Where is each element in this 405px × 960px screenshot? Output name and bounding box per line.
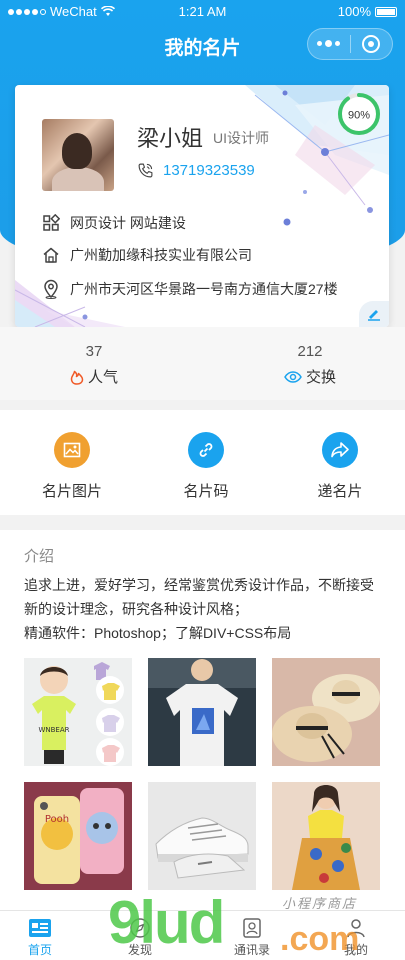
gallery-photo-yellow-top[interactable]: [272, 782, 380, 890]
phone-icon: [138, 163, 153, 178]
stat-popularity: 37 人气: [34, 343, 154, 387]
mini-program-capsule: [307, 28, 393, 60]
location-pin-icon: [44, 279, 58, 299]
svg-text:Pooh: Pooh: [45, 814, 69, 825]
edit-card-button[interactable]: [359, 301, 389, 327]
stats-bar: 37 人气 212 交换: [0, 327, 405, 400]
action-label: 名片码: [183, 483, 229, 500]
svg-text:WNBEAR: WNBEAR: [38, 726, 69, 734]
avatar[interactable]: [42, 119, 114, 191]
business-text: 网页设计 网站建设: [70, 215, 186, 231]
business-card: 梁小姐 UI设计师 13719323539 90% 网页设计 网站建设 广州勤加…: [15, 85, 389, 327]
send-card-button[interactable]: 递名片: [280, 432, 400, 501]
share-icon: [322, 432, 358, 468]
more-menu-icon[interactable]: [308, 40, 350, 47]
gallery-photo-phone-cases[interactable]: Pooh: [24, 782, 132, 890]
stat-value: 212: [297, 343, 323, 360]
home-building-icon: [43, 247, 59, 263]
gallery-photo-kids-tshirt[interactable]: WNBEAR: [24, 658, 132, 766]
tab-home[interactable]: 首页: [0, 915, 80, 958]
intro-line: 精通软件：Photoshop；了解DIV+CSS布局: [24, 625, 292, 641]
status-bar: WeChat 1:21 AM 100%: [0, 0, 405, 22]
action-bar: 名片图片 名片码 递名片: [0, 410, 405, 515]
card-code-button[interactable]: 名片码: [146, 432, 266, 501]
address-row[interactable]: 广州市天河区华景路一号南方通信大厦27楼: [42, 279, 338, 299]
company-text: 广州勤加缘科技实业有限公司: [70, 247, 252, 263]
link-icon: [188, 432, 224, 468]
company-row: 广州勤加缘科技实业有限公司: [42, 245, 252, 265]
stat-label: 人气: [87, 369, 118, 386]
pencil-icon: [368, 310, 380, 321]
tab-label: 首页: [27, 943, 52, 957]
card-name: 梁小姐: [137, 126, 204, 151]
grid-icon: [43, 214, 60, 231]
watermark-domain: .com: [280, 920, 360, 958]
battery-indicator: 100%: [338, 4, 397, 19]
intro-title: 介绍: [24, 548, 55, 565]
eye-icon: [284, 370, 302, 383]
business-row: 网页设计 网站建设: [42, 213, 186, 233]
close-program-icon[interactable]: [351, 35, 393, 53]
battery-label: 100%: [337, 4, 371, 19]
card-image-button[interactable]: 名片图片: [12, 432, 132, 501]
completion-label: 90%: [348, 110, 370, 122]
image-icon: [54, 432, 90, 468]
watermark-logo: 9lud: [108, 889, 225, 956]
action-label: 递名片: [317, 483, 363, 500]
phone-row[interactable]: 13719323539: [137, 162, 255, 179]
phone-number[interactable]: 13719323539: [163, 162, 255, 179]
gallery-photo-man-tshirt[interactable]: [148, 658, 256, 766]
completion-ring: 90%: [338, 93, 380, 135]
gallery-photo-straw-hats[interactable]: [272, 658, 380, 766]
gallery-photo-sneakers[interactable]: [148, 782, 256, 890]
watermark-tagline: 小程序商店: [282, 896, 358, 911]
battery-icon: [375, 6, 397, 17]
contacts-icon: [243, 918, 261, 938]
stat-value: 37: [85, 343, 103, 360]
home-icon: [29, 919, 51, 937]
flame-icon: [70, 370, 84, 385]
address-text: 广州市天河区华景路一号南方通信大厦27楼: [70, 281, 338, 297]
intro-section: 介绍 追求上进，爱好学习，经常鉴赏优秀设计作品，不断接受新的设计理念，研究各种设…: [0, 530, 405, 910]
intro-text: 追求上进，爱好学习，经常鉴赏优秀设计作品，不断接受新的设计理念，研究各种设计风格…: [24, 573, 386, 645]
intro-line: 追求上进，爱好学习，经常鉴赏优秀设计作品，不断接受新的设计理念，研究各种设计风格…: [24, 577, 374, 617]
stat-exchange: 212 交换: [250, 343, 370, 387]
action-label: 名片图片: [41, 483, 102, 500]
card-role: UI设计师: [213, 130, 269, 146]
stat-label: 交换: [305, 369, 336, 386]
